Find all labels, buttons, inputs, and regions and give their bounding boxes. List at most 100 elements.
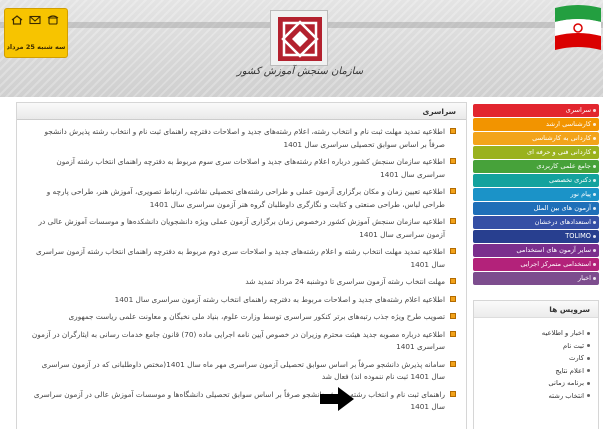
- service-link[interactable]: اخبار و اطلاعیه: [474, 327, 590, 340]
- news-item[interactable]: اطلاعیه درباره مصوبه جدید هیئت محترم وزی…: [29, 329, 456, 354]
- site-header: سه شنبه 25 مرداد سازمان سنجش آموزش کشور: [0, 0, 603, 97]
- news-link[interactable]: سامانه پذیرش دانشجو صرفاً بر اساس سوابق …: [29, 359, 445, 384]
- bullet-icon: [450, 360, 456, 367]
- menu-item[interactable]: استخدامی متمرکز اجرایی: [473, 258, 599, 271]
- service-label: برنامه زمانی: [548, 379, 584, 388]
- news-item[interactable]: راهنمای ثبت نام و انتخاب رشته پذیرش دانش…: [29, 389, 456, 414]
- menu-label: TOLIMO: [565, 232, 591, 240]
- news-link[interactable]: اطلاعیه تمدید مهلت انتخاب رشته و اعلام ر…: [29, 246, 445, 271]
- news-link[interactable]: اطلاعیه سازمان سنجش کشور درباره اعلام رش…: [29, 156, 445, 181]
- menu-label: آزمون های بین الملل: [533, 204, 591, 212]
- news-link[interactable]: اطلاعیه درباره مصوبه جدید هیئت محترم وزی…: [29, 329, 445, 354]
- menu-label: جامع علمی کاربردی: [536, 162, 591, 170]
- bullet-icon: [593, 109, 596, 112]
- news-heading: سراسری: [17, 103, 466, 120]
- bullet-icon: [593, 207, 596, 210]
- bullet-icon: [450, 390, 456, 397]
- service-link[interactable]: کارت: [474, 352, 590, 365]
- menu-label: دکتری تخصصی: [549, 176, 591, 184]
- current-date: سه شنبه 25 مرداد: [6, 43, 66, 51]
- service-label: انتخاب رشته: [548, 391, 584, 400]
- service-label: اخبار و اطلاعیه: [541, 329, 584, 337]
- news-item[interactable]: اطلاعیه تعیین زمان و مکان برگزاری آزمون …: [29, 186, 456, 211]
- bullet-icon: [593, 123, 596, 126]
- bullet-icon: [587, 331, 590, 335]
- home-icon[interactable]: [11, 15, 23, 25]
- news-link[interactable]: اطلاعیه سازمان سنجش آموزش کشور درخصوص زم…: [29, 216, 445, 241]
- bullet-icon: [450, 295, 456, 302]
- news-link[interactable]: اطلاعیه تعیین زمان و مکان برگزاری آزمون …: [29, 186, 445, 211]
- bullet-icon: [593, 179, 596, 182]
- menu-label: سایر آزمون های استخدامی: [516, 246, 591, 254]
- menu-item[interactable]: TOLIMO: [473, 230, 599, 243]
- bullet-icon: [450, 278, 456, 284]
- services-heading: سرویس ها: [474, 301, 598, 318]
- bullet-icon: [593, 277, 596, 280]
- menu-label: کاردانی به کارشناسی: [532, 134, 591, 142]
- services-panel: سرویس ها اخبار و اطلاعیه ثبت نام کارت اع…: [473, 300, 599, 429]
- news-item[interactable]: اطلاعیه اعلام رشته‌های جدید و اصلاحات مر…: [29, 294, 456, 307]
- news-item[interactable]: سامانه پذیرش دانشجو صرفاً بر اساس سوابق …: [29, 359, 456, 384]
- bullet-icon: [450, 158, 456, 164]
- bullet-icon: [587, 381, 590, 385]
- bullet-icon: [450, 330, 456, 337]
- menu-item[interactable]: استعدادهای درخشان: [473, 216, 599, 229]
- bullet-icon: [593, 249, 596, 252]
- news-item[interactable]: اطلاعیه سازمان سنجش کشور درباره اعلام رش…: [29, 156, 456, 181]
- news-link[interactable]: راهنمای ثبت نام و انتخاب رشته پذیرش دانش…: [29, 389, 445, 414]
- services-list: اخبار و اطلاعیه ثبت نام کارت اعلام نتایج…: [474, 318, 598, 403]
- bullet-icon: [593, 137, 596, 140]
- menu-label: اخبار: [577, 274, 591, 282]
- bullet-icon: [593, 235, 596, 238]
- news-link[interactable]: اطلاعیه اعلام رشته‌های جدید و اصلاحات مر…: [29, 294, 445, 307]
- service-link[interactable]: برنامه زمانی: [474, 377, 590, 390]
- service-label: کارت: [569, 354, 584, 363]
- news-item[interactable]: اطلاعیه تمدید مهلت ثبت نام و انتخاب رشته…: [29, 126, 456, 151]
- bullet-icon: [587, 344, 590, 348]
- phone-icon[interactable]: [47, 15, 59, 25]
- service-link[interactable]: انتخاب رشته: [474, 390, 590, 403]
- pointer-arrow-icon: [320, 387, 354, 411]
- news-link[interactable]: تصویب طرح ویژه جذب رتبه‌های برتر کنکور س…: [29, 311, 445, 324]
- menu-item[interactable]: دکتری تخصصی: [473, 174, 599, 187]
- menu-label: استعدادهای درخشان: [534, 218, 591, 226]
- org-logo[interactable]: [270, 10, 328, 66]
- date-info-box: سه شنبه 25 مرداد: [4, 8, 68, 58]
- news-item[interactable]: اطلاعیه سازمان سنجش آموزش کشور درخصوص زم…: [29, 216, 456, 241]
- menu-item[interactable]: کاردانی به کارشناسی: [473, 132, 599, 145]
- menu-item[interactable]: آزمون های بین الملل: [473, 202, 599, 215]
- menu-label: استخدامی متمرکز اجرایی: [520, 260, 591, 268]
- news-item[interactable]: تصویب طرح ویژه جذب رتبه‌های برتر کنکور س…: [29, 311, 456, 324]
- menu-item[interactable]: پیام نور: [473, 188, 599, 201]
- menu-item[interactable]: سراسری: [473, 104, 599, 117]
- menu-item[interactable]: کارشناسی ارشد: [473, 118, 599, 131]
- bullet-icon: [450, 248, 456, 254]
- service-link[interactable]: اعلام نتایج: [474, 365, 590, 378]
- bullet-icon: [450, 218, 456, 224]
- menu-item[interactable]: سایر آزمون های استخدامی: [473, 244, 599, 257]
- mail-icon[interactable]: [29, 15, 41, 25]
- exam-menu: سراسری کارشناسی ارشد کاردانی به کارشناسی…: [473, 104, 599, 286]
- menu-item[interactable]: اخبار: [473, 272, 599, 285]
- news-link[interactable]: اطلاعیه تمدید مهلت ثبت نام و انتخاب رشته…: [29, 126, 446, 151]
- bullet-icon: [593, 263, 596, 266]
- service-label: ثبت نام: [563, 341, 584, 350]
- news-list: اطلاعیه تمدید مهلت ثبت نام و انتخاب رشته…: [17, 120, 466, 414]
- menu-label: کاردانی فنی و حرفه ای: [526, 148, 591, 156]
- bullet-icon: [450, 128, 456, 134]
- bullet-icon: [587, 394, 590, 398]
- menu-label: سراسری: [565, 106, 591, 114]
- news-link[interactable]: مهلت انتخاب رشته آزمون سراسری تا دوشنبه …: [29, 276, 445, 289]
- iran-flag-icon: [553, 0, 603, 56]
- news-item[interactable]: اطلاعیه تمدید مهلت انتخاب رشته و اعلام ر…: [29, 246, 456, 271]
- service-link[interactable]: ثبت نام: [474, 340, 590, 353]
- org-title: سازمان سنجش آموزش کشور: [236, 66, 364, 77]
- news-panel: سراسری اطلاعیه تمدید مهلت ثبت نام و انتخ…: [16, 102, 467, 429]
- bullet-icon: [450, 313, 456, 319]
- menu-item[interactable]: کاردانی فنی و حرفه ای: [473, 146, 599, 159]
- news-item[interactable]: مهلت انتخاب رشته آزمون سراسری تا دوشنبه …: [29, 276, 456, 289]
- service-label: اعلام نتایج: [555, 366, 584, 375]
- menu-item[interactable]: جامع علمی کاربردی: [473, 160, 599, 173]
- bullet-icon: [593, 193, 596, 196]
- bullet-icon: [587, 356, 590, 360]
